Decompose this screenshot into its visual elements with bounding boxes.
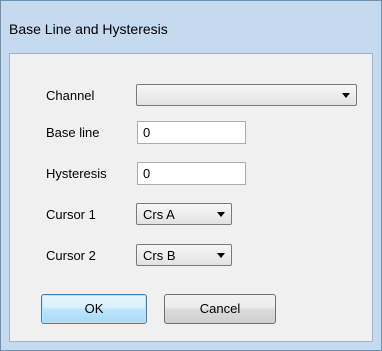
hysteresis-input[interactable] xyxy=(138,163,245,184)
cursor2-label: Cursor 2 xyxy=(46,248,96,263)
hysteresis-label: Hysteresis xyxy=(46,166,107,181)
cursor1-label: Cursor 1 xyxy=(46,207,96,222)
channel-dropdown[interactable] xyxy=(136,84,357,106)
chevron-down-icon xyxy=(217,212,225,217)
base-line-label: Base line xyxy=(46,125,100,140)
chevron-down-icon xyxy=(217,253,225,258)
dialog-window: Base Line and Hysteresis Channel Base li… xyxy=(0,0,382,351)
dialog-client-area: Channel Base line Hysteresis Cursor 1 Cr… xyxy=(9,53,373,342)
cancel-button[interactable]: Cancel xyxy=(164,294,276,324)
cursor1-value: Crs A xyxy=(143,207,175,222)
chevron-down-icon xyxy=(342,93,350,98)
ok-button[interactable]: OK xyxy=(41,294,147,324)
cursor2-value: Crs B xyxy=(143,248,176,263)
hysteresis-field-box xyxy=(137,162,246,185)
cursor2-dropdown[interactable]: Crs B xyxy=(136,244,232,266)
base-line-field-box xyxy=(137,121,246,144)
cursor1-dropdown[interactable]: Crs A xyxy=(136,203,232,225)
base-line-input[interactable] xyxy=(138,122,245,143)
dialog-title: Base Line and Hysteresis xyxy=(9,21,168,37)
channel-label: Channel xyxy=(46,88,95,103)
